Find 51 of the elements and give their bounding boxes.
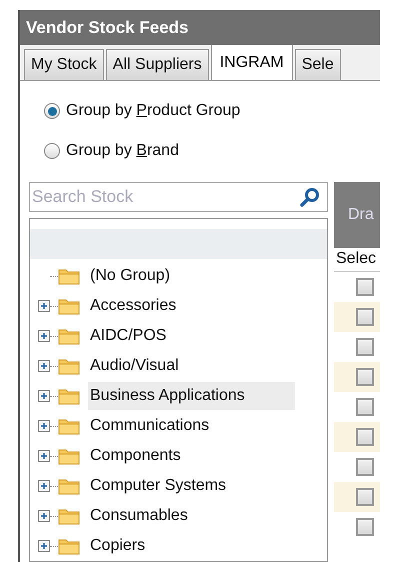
folder-icon xyxy=(58,447,80,465)
checkbox[interactable] xyxy=(356,338,374,356)
tab[interactable]: My Stock xyxy=(24,49,104,80)
tree-item[interactable]: Components xyxy=(88,444,181,468)
checkbox[interactable] xyxy=(356,308,374,326)
checkbox[interactable] xyxy=(356,428,374,446)
expand-icon[interactable] xyxy=(38,360,50,372)
folder-icon xyxy=(58,477,80,495)
checkbox[interactable] xyxy=(356,458,374,476)
expand-icon[interactable] xyxy=(38,390,50,402)
folder-icon xyxy=(58,297,80,315)
folder-icon xyxy=(58,327,80,345)
radio-button[interactable] xyxy=(44,143,60,160)
folder-icon xyxy=(58,537,80,555)
search-bar[interactable]: Search Stock xyxy=(29,182,328,212)
folder-icon xyxy=(58,387,80,405)
checkbox[interactable] xyxy=(356,488,374,506)
tree-item[interactable]: Consumables xyxy=(88,504,188,528)
folder-icon xyxy=(58,417,80,435)
radio-option[interactable]: Group by Brand xyxy=(44,139,380,164)
tree-item[interactable]: AIDC/POS xyxy=(88,324,166,348)
expand-icon[interactable] xyxy=(38,540,50,552)
tab[interactable]: Sele xyxy=(294,49,341,80)
grid-header: Dra xyxy=(334,182,380,248)
window-title: Vendor Stock Feeds xyxy=(20,10,380,45)
tree-item[interactable]: (No Group) xyxy=(88,264,170,288)
expand-icon[interactable] xyxy=(38,330,50,342)
radio-option[interactable]: Group by Product Group xyxy=(44,99,380,124)
tree-item[interactable]: Computer Systems xyxy=(88,474,226,498)
checkbox[interactable] xyxy=(356,518,374,536)
folder-icon xyxy=(58,267,80,285)
checkbox[interactable] xyxy=(356,278,374,296)
expand-icon[interactable] xyxy=(38,420,50,432)
expand-icon[interactable] xyxy=(38,300,50,312)
checkbox[interactable] xyxy=(356,368,374,386)
tab[interactable]: INGRAM xyxy=(210,44,293,80)
tree-item[interactable]: Business Applications xyxy=(88,382,295,410)
radio-button[interactable] xyxy=(44,103,60,120)
folder-icon xyxy=(58,507,80,525)
search-icon[interactable] xyxy=(299,186,321,208)
tree-item[interactable]: Communications xyxy=(88,414,210,438)
tab[interactable]: All Suppliers xyxy=(106,49,209,80)
search-field[interactable]: Search Stock xyxy=(30,184,299,210)
expand-icon[interactable] xyxy=(38,450,50,462)
expand-icon[interactable] xyxy=(38,510,50,522)
checkbox[interactable] xyxy=(356,398,374,416)
expand-icon[interactable] xyxy=(38,480,50,492)
folder-icon xyxy=(58,357,80,375)
tree-item[interactable]: Copiers xyxy=(88,534,146,558)
tree-item[interactable]: Audio/Visual xyxy=(88,354,179,378)
tree-item[interactable]: Accessories xyxy=(88,294,176,318)
